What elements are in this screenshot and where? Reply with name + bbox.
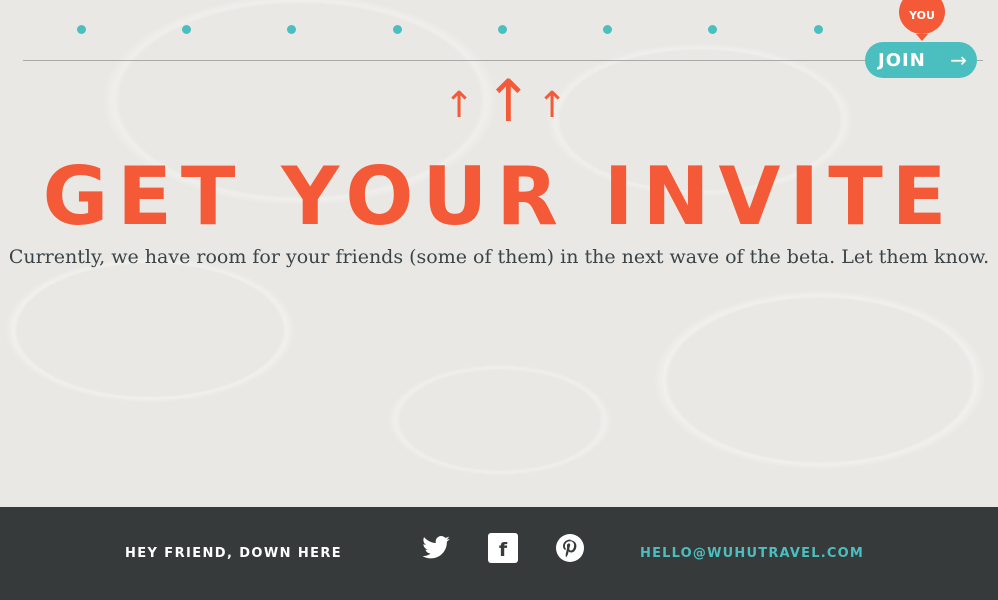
join-button[interactable]: JOIN → (865, 42, 977, 78)
progress-step-dot (182, 25, 191, 34)
progress-step-dot (603, 25, 612, 34)
page-subtitle: Currently, we have room for your friends… (8, 246, 990, 268)
progress-step-dot (498, 25, 507, 34)
badge-pointer (916, 34, 928, 41)
progress-track (23, 60, 983, 61)
footer-tagline: HEY FRIEND, DOWN HERE (125, 546, 343, 561)
progress-step-dot (77, 25, 86, 34)
progress-step-dot (814, 25, 823, 34)
pinterest-icon[interactable] (555, 533, 585, 563)
progress-step-dot (708, 25, 717, 34)
progress-step-dot (393, 25, 402, 34)
page-title: GET YOUR INVITE (42, 150, 956, 243)
svg-text:f: f (499, 539, 508, 561)
progress-step-dot (287, 25, 296, 34)
email-link[interactable]: HELLO@WUHUTRAVEL.COM (640, 546, 864, 561)
join-label: JOIN (878, 49, 926, 71)
arrow-right-icon: → (950, 48, 967, 72)
footer: HEY FRIEND, DOWN HERE f HELLO@WUHUTRAVEL… (0, 507, 998, 600)
facebook-icon[interactable]: f (488, 533, 518, 563)
twitter-icon[interactable] (421, 533, 451, 563)
up-arrows-icon: ↑ ↑ ↑ (444, 67, 568, 135)
